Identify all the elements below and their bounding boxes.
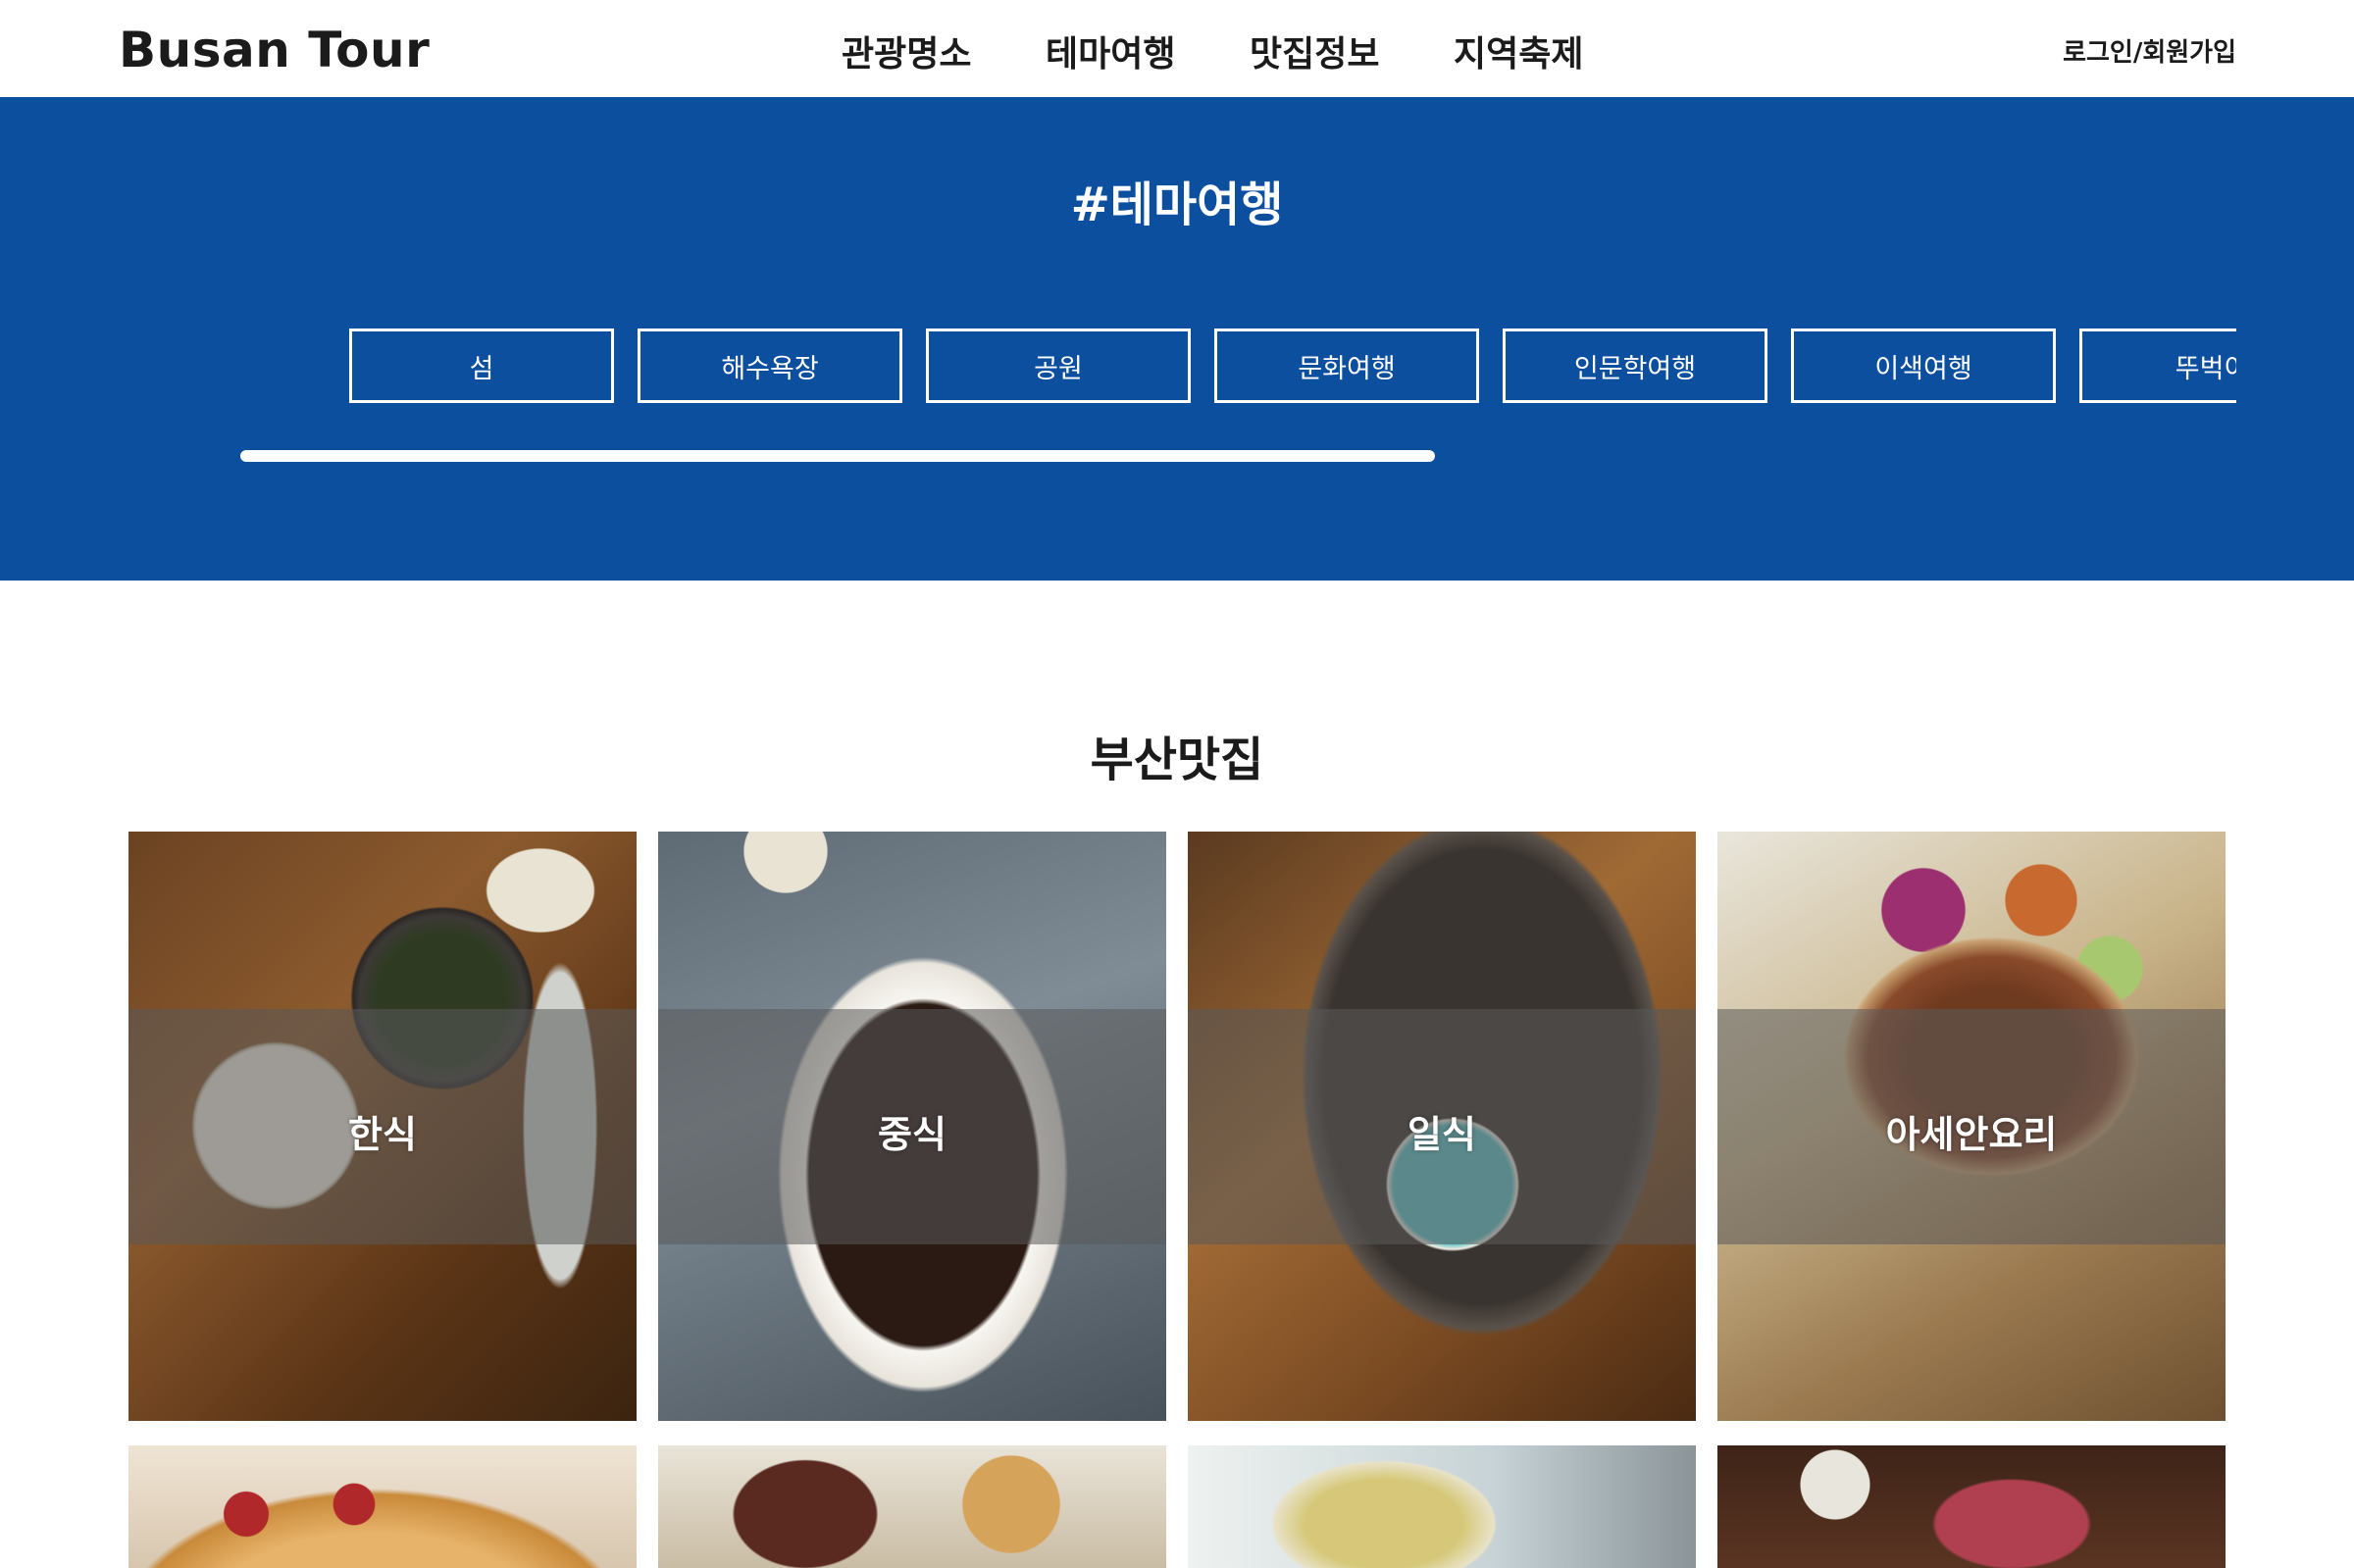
theme-button-walking[interactable]: 뚜벅이 bbox=[2079, 329, 2236, 403]
theme-button-island[interactable]: 섬 bbox=[349, 329, 614, 403]
nav-item-theme-travel[interactable]: 테마여행 bbox=[1046, 25, 1250, 76]
theme-carousel-track: 섬 해수욕장 공원 문화여행 인문학여행 이색여행 뚜벅이 bbox=[349, 329, 2236, 403]
nav-item-festivals[interactable]: 지역축제 bbox=[1454, 25, 1658, 76]
theme-button-park[interactable]: 공원 bbox=[926, 329, 1191, 403]
main-nav: 관광명소 테마여행 맛집정보 지역축제 bbox=[842, 25, 1658, 76]
food-card-salad[interactable] bbox=[1188, 1445, 1696, 1568]
carousel-scrollbar[interactable] bbox=[240, 450, 1435, 462]
site-logo[interactable]: Busan Tour bbox=[119, 22, 430, 78]
theme-button-beach[interactable]: 해수욕장 bbox=[638, 329, 902, 403]
theme-button-culture[interactable]: 문화여행 bbox=[1214, 329, 1479, 403]
food-title-wrap: 부산맛집 bbox=[0, 721, 2354, 789]
bbq-image bbox=[1717, 1445, 2226, 1568]
theme-travel-section: #테마여행 섬 해수욕장 공원 문화여행 인문학여행 이색여행 뚜벅이 bbox=[0, 97, 2354, 581]
login-signup-link[interactable]: 로그인/회원가입 bbox=[2063, 32, 2236, 69]
nav-item-attractions[interactable]: 관광명소 bbox=[842, 25, 1046, 76]
theme-button-humanities[interactable]: 인문학여행 bbox=[1503, 329, 1767, 403]
food-card-label: 아세안요리 bbox=[1885, 1113, 2058, 1156]
theme-button-unique[interactable]: 이색여행 bbox=[1791, 329, 2056, 403]
pizza-image bbox=[128, 1445, 637, 1568]
food-card-label: 한식 bbox=[348, 1113, 417, 1156]
food-card-dessert[interactable] bbox=[658, 1445, 1166, 1568]
nav-item-restaurants[interactable]: 맛집정보 bbox=[1250, 25, 1454, 76]
food-card-label: 일식 bbox=[1407, 1113, 1476, 1156]
food-card-korean[interactable]: 한식 bbox=[128, 832, 637, 1421]
food-card-asian[interactable]: 아세안요리 bbox=[1717, 832, 2226, 1421]
food-card-pizza[interactable] bbox=[128, 1445, 637, 1568]
theme-carousel: 섬 해수욕장 공원 문화여행 인문학여행 이색여행 뚜벅이 bbox=[349, 329, 2236, 403]
food-card-chinese[interactable]: 중식 bbox=[658, 832, 1166, 1421]
food-card-bbq[interactable] bbox=[1717, 1445, 2226, 1568]
dessert-image bbox=[658, 1445, 1166, 1568]
food-card-japanese[interactable]: 일식 bbox=[1188, 832, 1696, 1421]
salad-image bbox=[1188, 1445, 1696, 1568]
food-section-title: 부산맛집 bbox=[1066, 721, 1288, 789]
theme-section-title: #테마여행 bbox=[1070, 177, 1284, 232]
site-header: Busan Tour 관광명소 테마여행 맛집정보 지역축제 로그인/회원가입 bbox=[0, 0, 2354, 97]
food-card-label: 중식 bbox=[878, 1113, 947, 1156]
